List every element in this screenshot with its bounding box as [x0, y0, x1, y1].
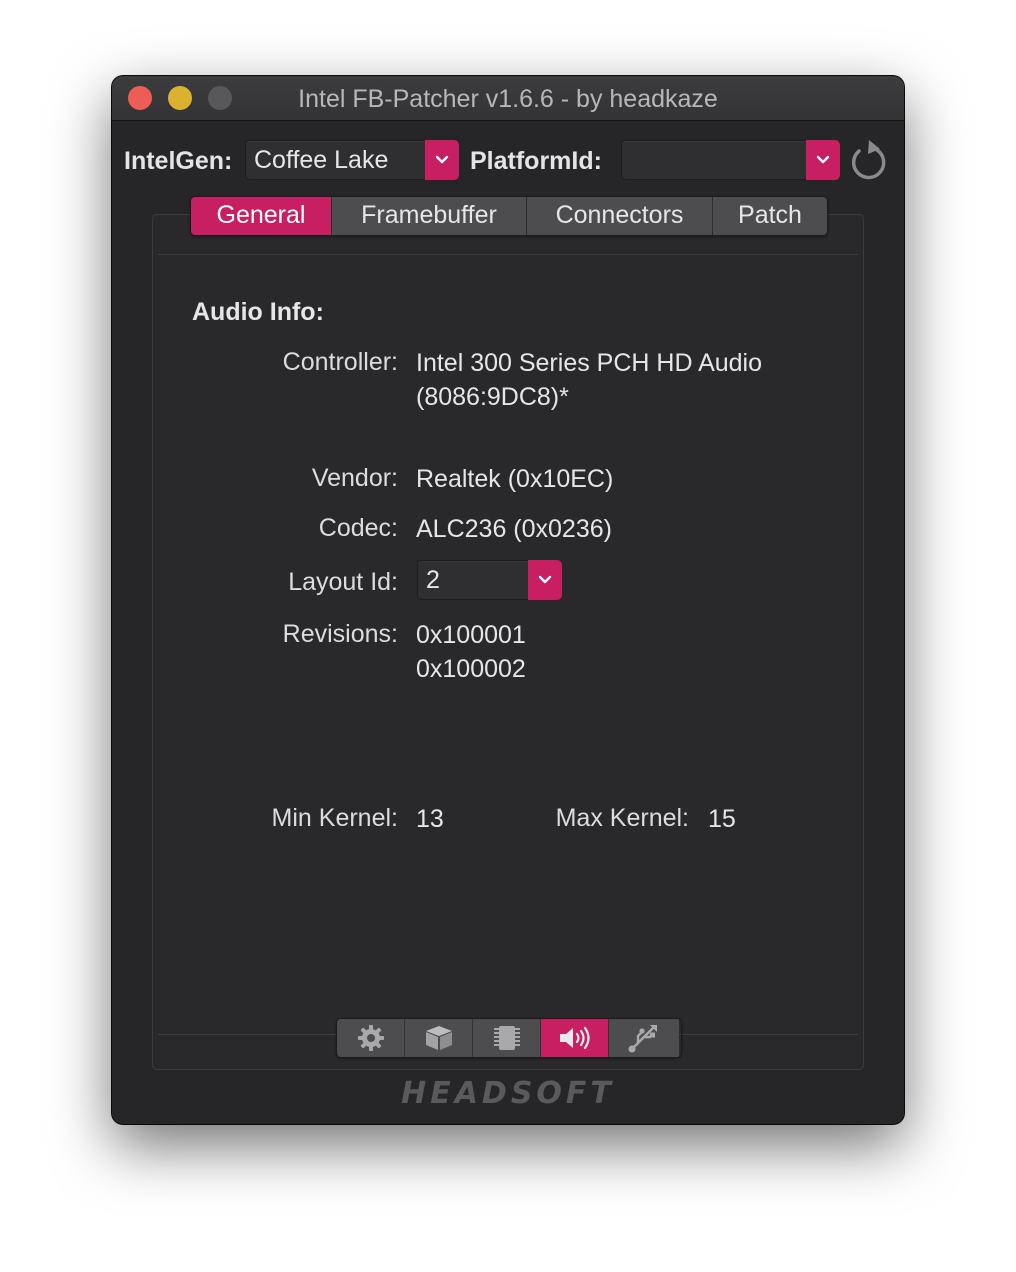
chip-icon [493, 1026, 520, 1050]
title-bar[interactable]: Intel FB-Patcher v1.6.6 - by headkaze [112, 76, 904, 121]
tab-framebuffer[interactable]: Framebuffer [332, 197, 527, 235]
chevron-down-icon [538, 575, 552, 584]
platformid-dropdown-arrow[interactable] [806, 140, 840, 180]
revision-item: 0x100002 [416, 655, 526, 683]
chevron-down-icon [435, 155, 449, 164]
max-kernel-value: 15 [708, 805, 736, 833]
tab-connectors[interactable]: Connectors [527, 197, 713, 235]
intelgen-select[interactable]: Coffee Lake [245, 140, 459, 180]
controller-label: Controller: [282, 348, 398, 376]
settings-section-button[interactable] [337, 1019, 405, 1057]
graphics-section-button[interactable] [405, 1019, 473, 1057]
audio-info-heading: Audio Info: [192, 298, 324, 326]
min-kernel-value: 13 [416, 805, 444, 833]
gpu-icon [425, 1026, 452, 1050]
divider-top [158, 254, 858, 255]
intelgen-label: IntelGen: [124, 147, 233, 175]
app-window: Intel FB-Patcher v1.6.6 - by headkaze In… [112, 76, 904, 1124]
intelgen-value: Coffee Lake [254, 146, 389, 174]
platformid-select[interactable] [621, 140, 840, 180]
max-kernel-label: Max Kernel: [555, 804, 689, 832]
layout-id-dropdown-arrow[interactable] [528, 560, 562, 600]
audio-section-button[interactable] [541, 1019, 609, 1057]
usb-section-button[interactable] [609, 1019, 679, 1057]
speaker-icon [559, 1026, 590, 1050]
tab-patch[interactable]: Patch [713, 197, 827, 235]
codec-label: Codec: [318, 514, 398, 542]
min-kernel-label: Min Kernel: [271, 804, 398, 832]
chevron-down-icon [816, 155, 830, 164]
vendor-label: Vendor: [311, 464, 398, 492]
intelgen-dropdown-arrow[interactable] [425, 140, 459, 180]
chip-section-button[interactable] [473, 1019, 541, 1057]
layout-id-value: 2 [426, 566, 440, 594]
revision-item: 0x100001 [416, 621, 526, 649]
controller-value-line1: Intel 300 Series PCH HD Audio [416, 349, 763, 377]
layout-id-label: Layout Id: [288, 568, 398, 596]
tab-general[interactable]: General [191, 197, 332, 235]
platformid-label: PlatformId: [470, 147, 602, 175]
codec-value: ALC236 (0x0236) [416, 515, 612, 543]
window-title: Intel FB-Patcher v1.6.6 - by headkaze [298, 85, 718, 113]
vendor-value: Realtek (0x10EC) [416, 465, 614, 493]
controller-value-line2: (8086:9DC8)* [416, 383, 569, 411]
refresh-icon[interactable] [849, 136, 891, 182]
gear-icon [357, 1025, 384, 1051]
layout-id-select[interactable]: 2 [417, 560, 562, 600]
tab-bar: General Framebuffer Connectors Patch [190, 196, 828, 236]
usb-icon [628, 1025, 657, 1053]
revisions-label: Revisions: [282, 620, 398, 648]
headsoft-logo: HEADSOFT [401, 1076, 615, 1111]
section-button-bar [336, 1018, 682, 1058]
